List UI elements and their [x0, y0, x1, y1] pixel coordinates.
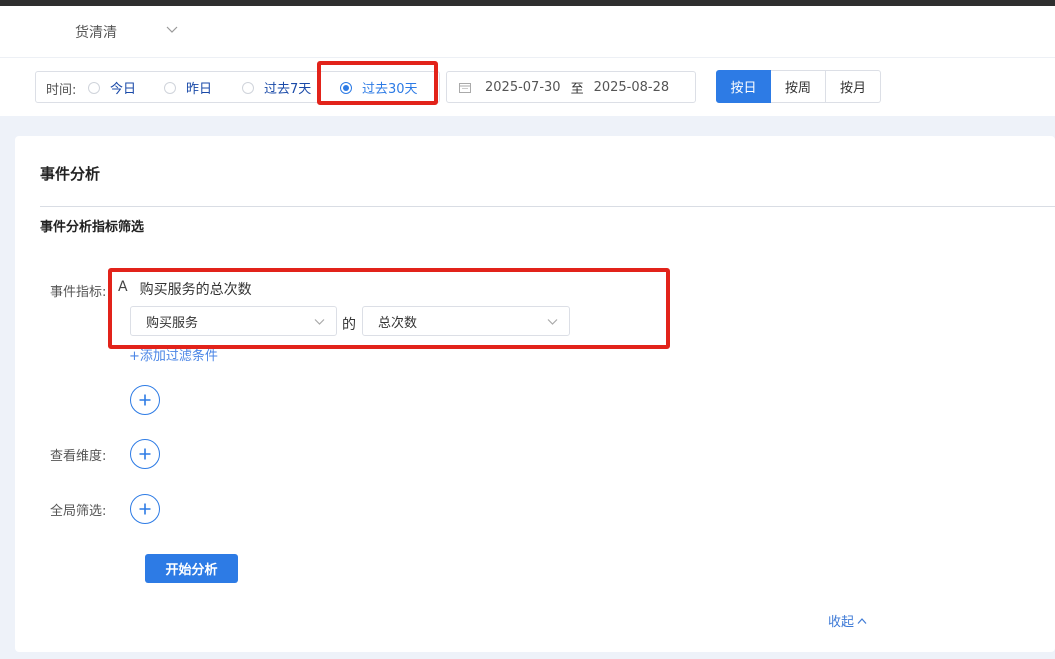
collapse-link[interactable]: 收起: [828, 611, 867, 630]
event-select-value: 购买服务: [146, 315, 199, 331]
event-analysis-panel: 事件分析 事件分析指标筛选 事件指标: A 购买服务的总次数 购买服务 的 总次…: [15, 136, 1055, 652]
panel-title: 事件分析: [40, 165, 101, 183]
granularity-month-button[interactable]: 按月: [826, 70, 881, 103]
chevron-down-icon: [166, 26, 178, 33]
section-subtitle: 事件分析指标筛选: [40, 220, 145, 235]
metric-letter: A: [118, 279, 128, 295]
chevron-up-icon: [857, 617, 867, 624]
plus-icon: [139, 503, 151, 515]
metric-label: 事件指标:: [50, 285, 107, 300]
calendar-icon: [459, 82, 471, 93]
granularity-day-button[interactable]: 按日: [716, 70, 771, 103]
date-range-picker[interactable]: 2025-07-30 至 2025-08-28: [446, 71, 696, 103]
date-start: 2025-07-30: [485, 79, 561, 95]
radio-last-30-days[interactable]: 过去30天: [340, 78, 418, 97]
add-global-filter-button[interactable]: [130, 494, 160, 524]
collapse-label: 收起: [828, 615, 855, 630]
header: 货清清: [0, 6, 1055, 58]
radio-yesterday[interactable]: 昨日: [164, 78, 212, 97]
radio-circle-icon: [88, 81, 100, 94]
add-dimension-button[interactable]: [130, 439, 160, 469]
start-analysis-button[interactable]: 开始分析: [145, 554, 238, 583]
radio-today[interactable]: 今日: [88, 78, 136, 97]
time-label: 时间:: [46, 83, 77, 98]
radio-label: 昨日: [186, 82, 213, 97]
event-select[interactable]: 购买服务: [130, 306, 337, 336]
of-text: 的: [342, 317, 356, 333]
chevron-down-icon: [547, 319, 558, 325]
measure-select-value: 总次数: [378, 315, 418, 331]
chevron-down-icon: [314, 319, 325, 325]
date-separator: 至: [570, 81, 584, 97]
store-name: 货清清: [75, 25, 117, 41]
global-filter-label: 全局筛选:: [50, 504, 107, 519]
store-select[interactable]: 货清清: [75, 22, 178, 42]
add-filter-link[interactable]: +添加过滤条件: [129, 345, 218, 364]
measure-select[interactable]: 总次数: [362, 306, 570, 336]
metric-name: 购买服务的总次数: [139, 282, 252, 298]
radio-circle-icon: [242, 81, 254, 94]
dimension-label: 查看维度:: [50, 449, 107, 464]
divider: [40, 206, 1055, 207]
filter-bar: 时间: 今日 昨日 过去7天 过去30天 2025-07-30 至 2025-0…: [0, 58, 1055, 116]
time-radio-group: 时间: 今日 昨日 过去7天 过去30天: [35, 71, 440, 103]
radio-last-7-days[interactable]: 过去7天: [242, 78, 311, 97]
plus-icon: [139, 394, 151, 406]
radio-label: 今日: [110, 82, 137, 97]
plus-icon: [139, 448, 151, 460]
granularity-toggle: 按日 按周 按月: [716, 70, 881, 103]
radio-label: 过去7天: [264, 82, 312, 97]
date-end: 2025-08-28: [593, 79, 670, 95]
radio-label: 过去30天: [362, 82, 418, 97]
radio-checked-icon: [340, 81, 352, 94]
metric-header: A 购买服务的总次数: [118, 279, 252, 299]
radio-circle-icon: [164, 81, 176, 94]
add-metric-button[interactable]: [130, 385, 160, 415]
granularity-week-button[interactable]: 按周: [771, 70, 826, 103]
